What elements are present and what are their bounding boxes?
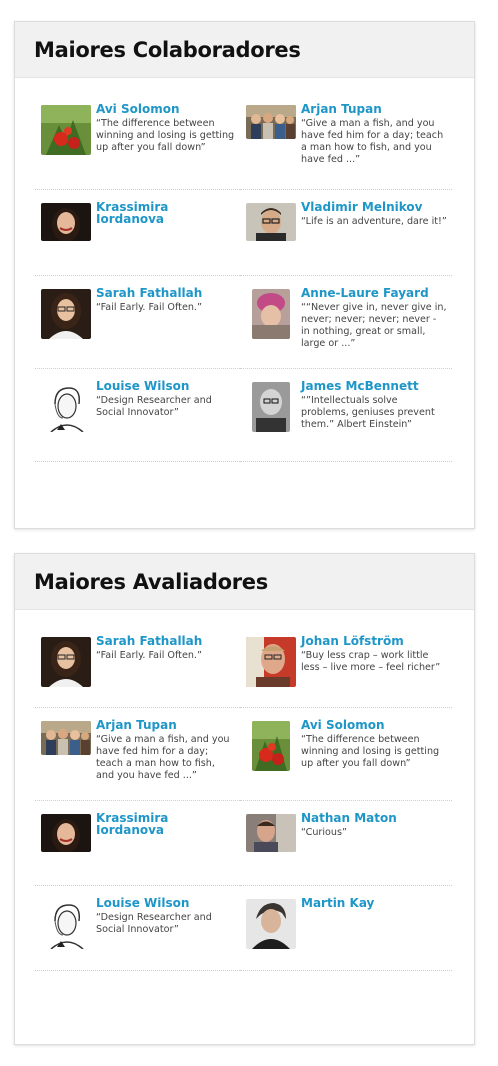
people-grid: Sarah Fathallah “Fail Early. Fail Often.”… [35,632,454,971]
user-name-link[interactable]: Avi Solomon [301,719,448,731]
user-name-link[interactable]: Sarah Fathallah [96,287,236,299]
woman-portrait-icon[interactable] [40,814,91,852]
man-room-icon[interactable] [245,814,296,852]
user-quote: “Design Researcher and Social Innovator” [96,395,212,418]
user-name-link[interactable]: James McBennett [301,380,448,392]
user-quote: ““Never give in, never give in, never; n… [301,302,447,349]
man-dark-icon[interactable] [245,899,296,949]
woman-glasses-icon[interactable] [40,637,91,687]
user-name-link[interactable]: Krassimira Iordanova [96,201,236,225]
user-name-link[interactable]: Louise Wilson [96,380,236,392]
man-red-bg-icon[interactable] [245,637,296,687]
list-item: Sarah Fathallah “Fail Early. Fail Often.” [35,276,240,369]
list-item: Vladimir Melnikov “Life is an adventure, … [240,190,452,276]
user-name-link[interactable]: Johan Löfström [301,635,448,647]
pink-hat-icon[interactable] [251,289,290,339]
user-quote: “”Intellectuals solve problems, geniuses… [301,395,435,430]
tomato-plant-icon[interactable] [251,721,290,771]
bw-portrait-icon[interactable] [251,382,290,432]
woman-portrait-icon[interactable] [40,203,91,241]
list-item: Krassimira Iordanova [35,190,240,276]
list-item: Nathan Maton “Curious” [240,801,452,886]
user-quote: “The difference between winning and losi… [301,734,440,769]
top-contributors-panel: Maiores Colaboradores Avi Solomon “The di… [14,21,475,529]
tomato-plant-icon[interactable] [40,105,91,155]
group-photo-icon[interactable] [245,105,296,139]
user-quote: “Curious” [301,827,347,838]
list-item: Louise Wilson “Design Researcher and Soci… [35,369,240,462]
user-name-link[interactable]: Louise Wilson [96,897,236,909]
panel-title: Maiores Colaboradores [34,37,301,62]
list-item: Sarah Fathallah “Fail Early. Fail Often.” [35,632,240,708]
user-name-link[interactable]: Arjan Tupan [96,719,236,731]
user-name-link[interactable]: Anne-Laure Fayard [301,287,448,299]
user-quote: “Fail Early. Fail Often.” [96,650,202,661]
woman-glasses-icon[interactable] [40,289,91,339]
list-item: Anne-Laure Fayard ““Never give in, never … [240,276,452,369]
user-quote: “Buy less crap – work little less – live… [301,650,441,673]
user-quote: “The difference between winning and losi… [96,118,235,153]
list-item: Arjan Tupan “Give a man a fish, and you h… [35,708,240,801]
user-name-link[interactable]: Krassimira Iordanova [96,812,236,836]
user-quote: “Give a man a fish, and you have fed him… [96,734,230,781]
list-item: Avi Solomon “The difference between winni… [240,708,452,801]
sketch-portrait-icon[interactable] [40,899,91,949]
user-quote: “Design Researcher and Social Innovator” [96,912,212,935]
panel-header: Maiores Colaboradores [15,22,474,78]
list-item: Martin Kay [240,886,452,971]
user-name-link[interactable]: Nathan Maton [301,812,448,824]
user-name-link[interactable]: Avi Solomon [96,103,236,115]
sketch-portrait-icon[interactable] [40,382,91,432]
user-quote: “Life is an adventure, dare it!” [301,216,447,227]
panel-title: Maiores Avaliadores [34,569,268,594]
people-grid: Avi Solomon “The difference between winni… [35,100,454,462]
top-reviewers-panel: Maiores Avaliadores Sarah Fathallah “Fail… [14,553,475,1045]
list-item: Avi Solomon “The difference between winni… [35,100,240,190]
list-item: Louise Wilson “Design Researcher and Soci… [35,886,240,971]
group-photo-icon[interactable] [40,721,91,755]
list-item: Krassimira Iordanova [35,801,240,886]
user-quote: “Give a man a fish, and you have fed him… [301,118,444,165]
user-quote: “Fail Early. Fail Often.” [96,302,202,313]
user-name-link[interactable]: Martin Kay [301,897,448,909]
user-name-link[interactable]: Sarah Fathallah [96,635,236,647]
user-name-link[interactable]: Vladimir Melnikov [301,201,448,213]
panel-header: Maiores Avaliadores [15,554,474,610]
man-glasses-icon[interactable] [245,203,296,241]
user-name-link[interactable]: Arjan Tupan [301,103,448,115]
list-item: Arjan Tupan “Give a man a fish, and you h… [240,100,452,190]
list-item: James McBennett “”Intellectuals solve pro… [240,369,452,462]
list-item: Johan Löfström “Buy less crap – work litt… [240,632,452,708]
